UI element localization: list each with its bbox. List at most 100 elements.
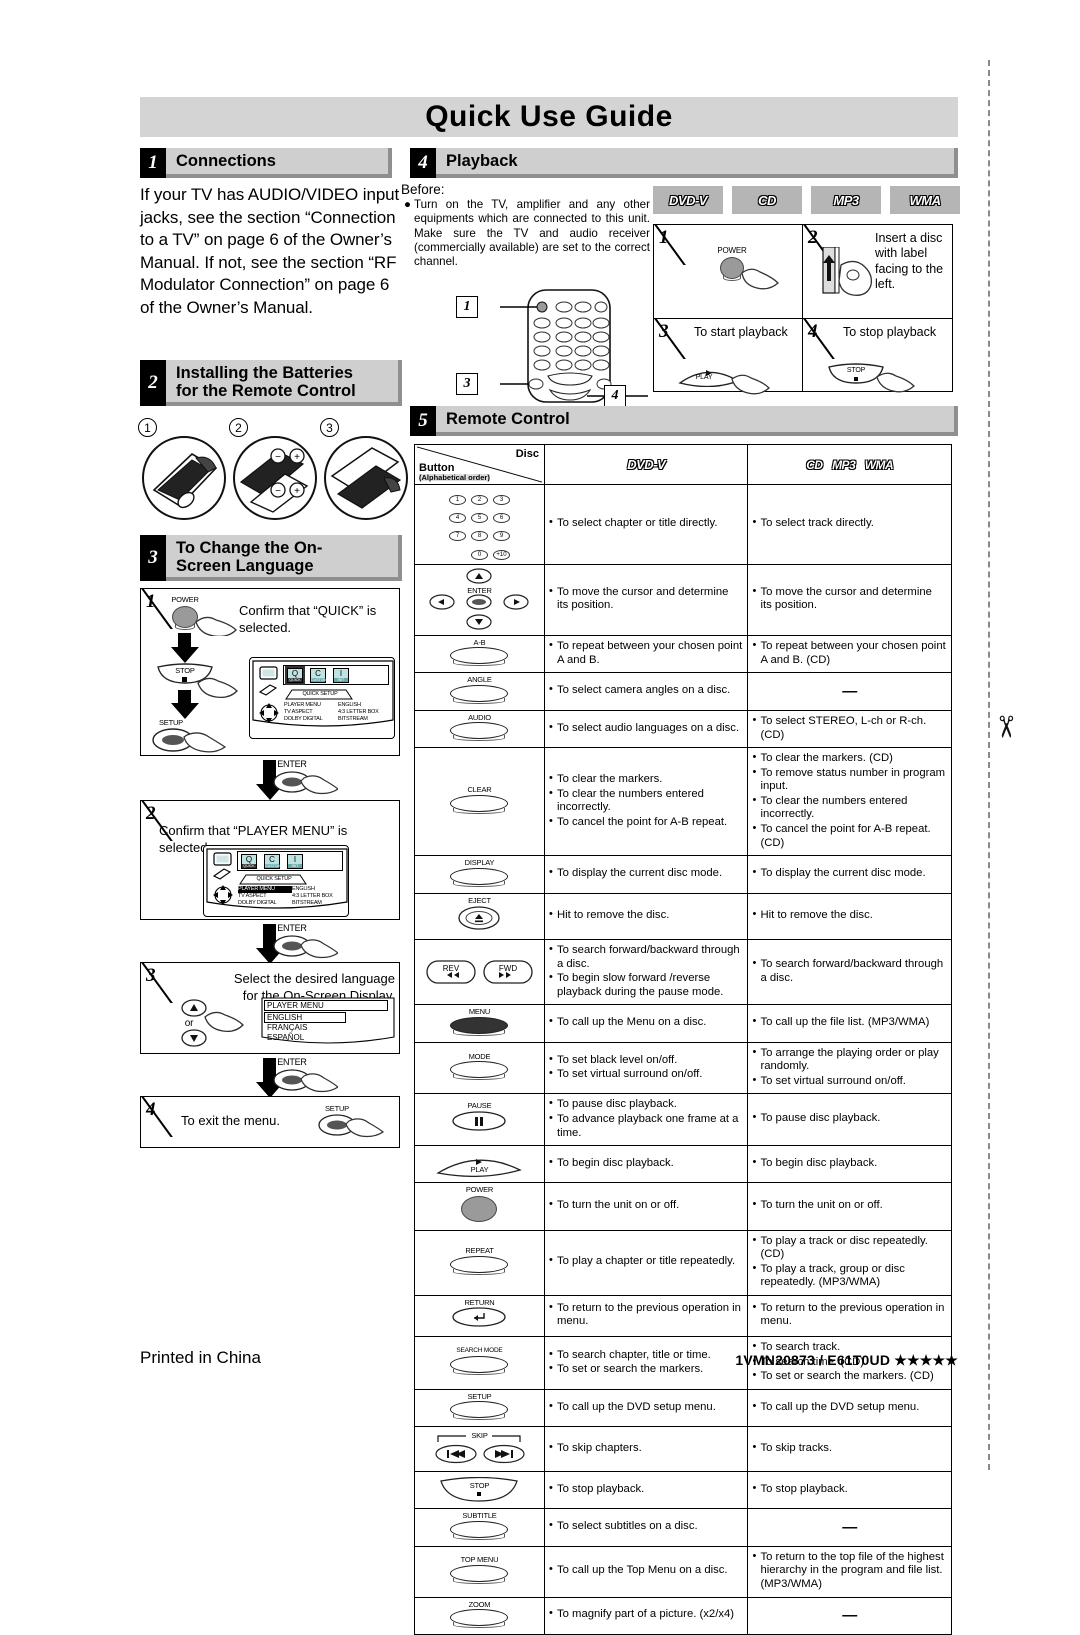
- step2-osd-screen: Q QUICK C CUSTOM I INIT QUICK SETUP PLAY…: [203, 845, 349, 917]
- enter-button-glyph-1[interactable]: [272, 770, 338, 796]
- cursor-pad-icon: [259, 703, 279, 723]
- skip-forward-button-glyph[interactable]: [482, 1444, 526, 1464]
- pb-step-2-number: 2: [808, 227, 818, 248]
- cd-cell-return: To return to the previous operation in m…: [747, 1294, 952, 1338]
- play-button-glyph-table[interactable]: PLAY: [436, 1151, 523, 1178]
- table-row: STOP To stop playback. To stop playback.: [414, 1471, 952, 1510]
- step3-option-0[interactable]: ENGLISH: [264, 1012, 346, 1023]
- key-6[interactable]: 6: [492, 513, 510, 524]
- key-3[interactable]: 3: [492, 495, 510, 505]
- stop-button-glyph-table[interactable]: STOP: [439, 1477, 519, 1503]
- enter-center-icon[interactable]: [466, 594, 493, 610]
- step3-or-label: or: [184, 1018, 194, 1029]
- custom-setup-icon-2[interactable]: C CUSTOM: [264, 854, 281, 869]
- header-mp3-label: MP3: [832, 457, 856, 472]
- key-5[interactable]: 5: [470, 513, 488, 524]
- skip-back-button-glyph[interactable]: [434, 1444, 478, 1464]
- desc-item: To cancel the point for A-B repeat.: [549, 815, 743, 830]
- audio-button-glyph[interactable]: [450, 722, 509, 742]
- setup-button-glyph-table[interactable]: [450, 1401, 509, 1421]
- osd2-row-0-value: ENGLISH: [292, 886, 315, 892]
- desc-item: To skip chapters.: [549, 1441, 743, 1456]
- fwd-button-glyph[interactable]: FWD: [482, 958, 534, 986]
- key-2[interactable]: 2: [470, 495, 488, 505]
- pb-step-3-number: 3: [659, 321, 669, 342]
- button-cell-play: PLAY: [414, 1145, 545, 1184]
- pause-button-glyph[interactable]: [450, 1111, 508, 1133]
- return-button-glyph[interactable]: [450, 1307, 508, 1329]
- cursor-left-icon[interactable]: [429, 594, 456, 610]
- page-title: Quick Use Guide: [140, 97, 958, 137]
- top-menu-button-glyph[interactable]: [450, 1564, 509, 1584]
- repeat-button-glyph[interactable]: [450, 1255, 509, 1275]
- ab-label: A-B: [473, 637, 486, 647]
- desc-item: To play a track or disc repeatedly. (CD): [752, 1234, 946, 1262]
- power-button-glyph-table[interactable]: [461, 1195, 498, 1222]
- desc-item: To display the current disc mode.: [549, 866, 743, 881]
- header-dvdv-cell: DVD-V: [543, 444, 749, 485]
- setup-button-glyph-2[interactable]: [317, 1113, 387, 1139]
- menu-label: MENU: [468, 1007, 491, 1017]
- key-plus-10[interactable]: +10: [492, 549, 510, 560]
- key-7[interactable]: 7: [448, 531, 466, 542]
- button-cell-eject: EJECT: [414, 892, 545, 941]
- ab-button-glyph[interactable]: [450, 647, 509, 667]
- subtitle-button-glyph[interactable]: [450, 1520, 509, 1540]
- cursor-down-icon[interactable]: [466, 614, 493, 630]
- enter-button-glyph-2[interactable]: [272, 934, 338, 960]
- display-button-glyph[interactable]: [450, 867, 509, 887]
- cursor-right-icon[interactable]: [503, 594, 530, 610]
- remote-control-table-body: 123 456 789 0 +10 To select chapter or ti…: [414, 484, 952, 1635]
- enter-button-glyph-3[interactable]: [272, 1068, 338, 1094]
- clear-button-glyph[interactable]: [450, 794, 509, 814]
- header-button-disc-cell: Disc Button (Alphabetical order): [414, 444, 545, 485]
- connector-3-enter-label: ENTER: [277, 1057, 307, 1067]
- section-title-remote-control: Remote Control: [436, 406, 958, 436]
- cd-cell-mode: To arrange the playing order or play ran…: [747, 1041, 952, 1095]
- initialize-icon[interactable]: I INIT: [333, 668, 349, 683]
- step3-option-2[interactable]: ESPAÑOL: [267, 1033, 304, 1042]
- key-1[interactable]: 1: [448, 495, 466, 505]
- disc-chip-dvdv-label: DVD-V: [669, 192, 707, 208]
- hand-pointer-icon-3: [204, 1011, 244, 1033]
- desc-item: Hit to remove the disc.: [549, 908, 743, 923]
- step3-option-1[interactable]: FRANÇAIS: [267, 1023, 307, 1032]
- quick-setup-icon[interactable]: Q QUICK: [285, 666, 305, 685]
- eject-button-glyph[interactable]: [456, 906, 502, 932]
- step-4-number: 4: [146, 1099, 156, 1120]
- dvd-cell-stop: To stop playback.: [543, 1471, 749, 1510]
- clear-label: CLEAR: [467, 785, 492, 795]
- pb-stop-square-icon: [854, 377, 858, 381]
- number-keypad-glyph[interactable]: 123 456 789 0 +10: [436, 488, 522, 561]
- desc-item: To play a track, group or disc repeatedl…: [752, 1262, 946, 1290]
- zoom-button-glyph[interactable]: [450, 1609, 509, 1629]
- cd-cell-eject: Hit to remove the disc.: [747, 892, 952, 941]
- cut-line: [988, 60, 990, 1470]
- desc-item: To clear the markers.: [549, 772, 743, 787]
- desc-item: To begin disc playback.: [549, 1156, 743, 1171]
- quick-setup-icon-2[interactable]: Q QUICK: [241, 854, 257, 869]
- initialize-icon-2[interactable]: I INIT: [287, 854, 303, 869]
- stop-square-icon: [182, 677, 187, 682]
- key-8[interactable]: 8: [470, 531, 488, 542]
- menu-button-glyph[interactable]: [450, 1016, 509, 1036]
- dvd-cell-zoom: To magnify part of a picture. (x2/x4): [543, 1596, 749, 1635]
- key-4[interactable]: 4: [448, 513, 466, 524]
- pb-step-3-text: To start playback: [694, 325, 788, 339]
- key-0[interactable]: 0: [470, 549, 488, 560]
- rev-button-glyph[interactable]: REV: [425, 958, 477, 986]
- desc-item: To call up the DVD setup menu.: [752, 1400, 946, 1415]
- search-mode-button-glyph[interactable]: [450, 1355, 509, 1375]
- pb-power-label: POWER: [717, 246, 747, 255]
- setup-button-glyph[interactable]: [151, 727, 229, 755]
- cursor-enter-glyph[interactable]: ENTER: [419, 568, 539, 632]
- angle-button-glyph[interactable]: [450, 684, 509, 704]
- dvd-cell-angle: To select camera angles on a disc.: [543, 672, 749, 711]
- step3-language-list: PLAYER MENU ENGLISH FRANÇAIS ESPAÑOL: [261, 997, 395, 1049]
- custom-setup-icon[interactable]: C CUSTOM: [310, 668, 327, 683]
- mode-button-glyph[interactable]: [450, 1061, 509, 1081]
- cursor-up-icon[interactable]: [466, 568, 493, 584]
- table-row: PLAY To begin disc playback. To begin di…: [414, 1145, 952, 1184]
- desc-item: To return to the previous operation in m…: [752, 1301, 946, 1329]
- key-9[interactable]: 9: [492, 531, 510, 542]
